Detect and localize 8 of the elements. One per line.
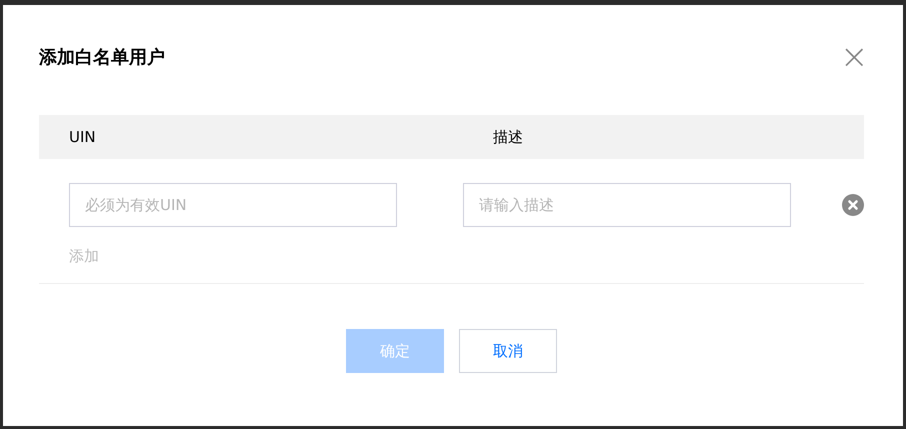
cancel-button[interactable]: 取消 (459, 329, 557, 373)
input-field[interactable]: 必须为有效UIN (69, 183, 397, 227)
remove-icon[interactable] (842, 194, 864, 216)
column-header: 描述 (493, 128, 524, 146)
column-header: UIN (69, 128, 97, 146)
close-button[interactable]: × (840, 43, 864, 71)
input-field[interactable]: 请输入描述 (463, 183, 791, 227)
dialog-title: 添加白名单用户 (39, 46, 165, 69)
